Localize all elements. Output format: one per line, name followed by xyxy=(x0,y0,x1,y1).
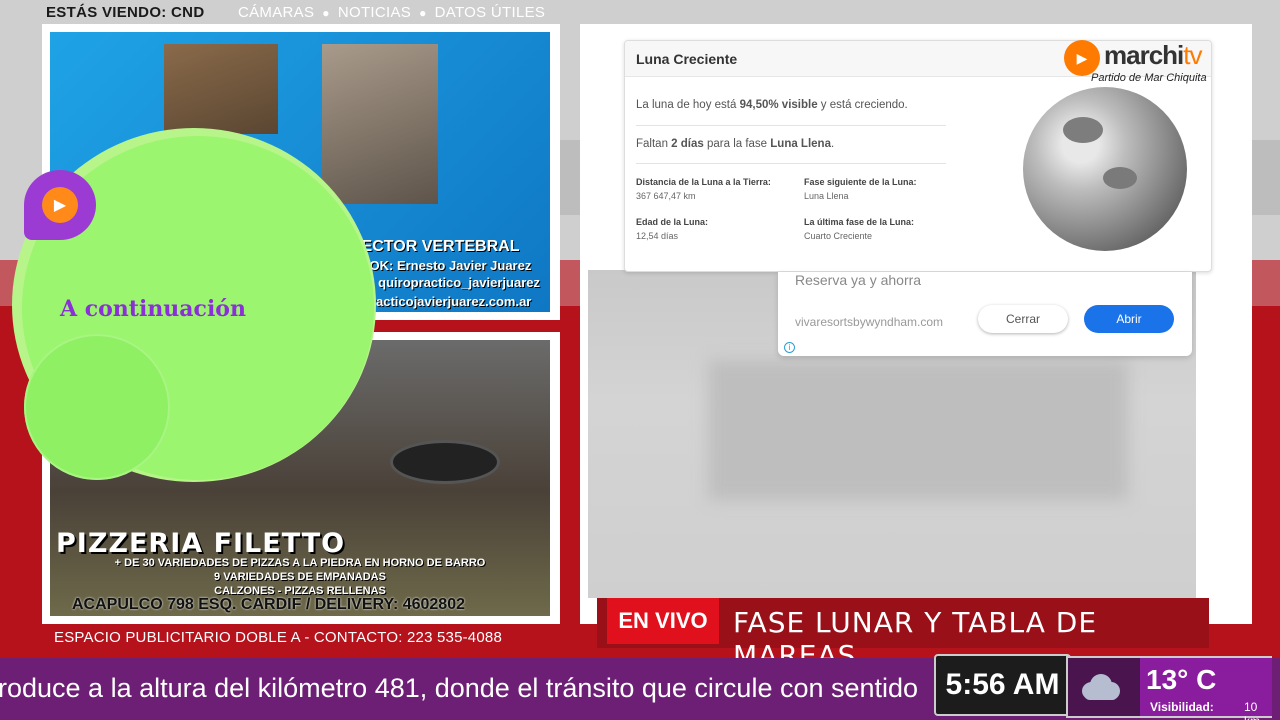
fact-label: La última fase de la Luna: xyxy=(804,217,915,227)
fact-value: 367 647,47 km xyxy=(636,191,696,201)
close-button[interactable]: Cerrar xyxy=(978,305,1068,333)
live-badge: EN VIVO xyxy=(607,598,719,644)
popup-site: vivaresortsbywyndham.com xyxy=(795,315,944,329)
fact-label: Distancia de la Luna a la Tierra: xyxy=(636,177,771,187)
brand-name-text: marchi xyxy=(1104,40,1184,70)
up-next-shape xyxy=(24,334,170,480)
temperature-box: 13° C Visibilidad: 10 km xyxy=(1140,658,1272,720)
ad-chiropractor-text: RECTOR VERTEBRAL BOOK: Ernesto Javier Ju… xyxy=(350,238,540,309)
ad-photo xyxy=(164,44,278,134)
ad-website: ropracticojavierjuarez.com.ar xyxy=(350,294,532,309)
phase-value: Luna Llena xyxy=(770,138,831,150)
nav-cameras[interactable]: CÁMARAS xyxy=(238,4,314,22)
divider xyxy=(636,125,946,126)
channel-logo: ▶ xyxy=(24,170,96,240)
ad-photo xyxy=(322,44,438,204)
weather-widget: 13° C Visibilidad: 10 km xyxy=(1066,656,1272,720)
notification-popup: Reserva ya y ahorra vivaresortsbywyndham… xyxy=(778,272,1192,356)
info-icon[interactable]: i xyxy=(784,342,795,353)
fact-value: 12,54 días xyxy=(636,231,679,241)
moon-image xyxy=(1023,87,1187,251)
days-value: 2 días xyxy=(671,138,704,150)
open-button[interactable]: Abrir xyxy=(1084,305,1174,333)
pizza-oven xyxy=(390,440,500,484)
text: para la fase xyxy=(703,138,771,150)
moon-facts: Distancia de la Luna a la Tierra: 367 647… xyxy=(636,177,956,241)
nav-news[interactable]: NOTICIAS xyxy=(338,4,411,22)
nav-useful-data[interactable]: DATOS ÚTILES xyxy=(435,4,546,22)
pizzeria-title: PIZZERIA FILETTO xyxy=(56,528,346,559)
pizzeria-address: ACAPULCO 798 ESQ. CARDIF / DELIVERY: 460… xyxy=(72,596,465,613)
moon-visibility: La luna de hoy está 94,50% visible y est… xyxy=(636,99,908,111)
top-nav: CÁMARAS ● NOTICIAS ● DATOS ÚTILES xyxy=(238,4,545,22)
ad-contact: ESPACIO PUBLICITARIO DOBLE A - CONTACTO:… xyxy=(54,629,502,646)
ticker-text: roduce a la altura del kilómetro 481, do… xyxy=(0,673,919,703)
lower-third: EN VIVO FASE LUNAR Y TABLA DE MAREAS xyxy=(597,598,1209,672)
now-watching: ESTÁS VIENDO: CND xyxy=(46,4,205,21)
brand-subtitle: Partido de Mar Chiquita xyxy=(1091,72,1207,84)
nav-separator: ● xyxy=(322,6,330,20)
ad-title: RECTOR VERTEBRAL xyxy=(350,238,520,255)
moon-days-left: Faltan 2 días para la fase Luna Llena. xyxy=(636,138,834,150)
moon-fact: Edad de la Luna: 12,54 días xyxy=(636,217,804,241)
text: La luna de hoy está xyxy=(636,99,740,111)
pizzeria-line: 9 VARIEDADES DE EMPANADAS xyxy=(214,571,386,583)
fact-value: Cuarto Creciente xyxy=(804,231,873,241)
popup-text: Reserva ya y ahorra xyxy=(795,272,922,288)
moon-card-title: Luna Creciente xyxy=(636,51,738,67)
moon-fact: Fase siguiente de la Luna: Luna Llena xyxy=(804,177,956,201)
visibility-label: Visibilidad: xyxy=(1150,700,1214,714)
fact-value: Luna Llena xyxy=(804,191,849,201)
brand-suffix: tv xyxy=(1183,40,1202,70)
fact-label: Edad de la Luna: xyxy=(636,217,709,227)
up-next-label: A continuación xyxy=(60,296,246,322)
visibility-value: 10 km xyxy=(1244,700,1260,720)
moon-fact: La última fase de la Luna: Cuarto Crecien… xyxy=(804,217,956,241)
visibility-value: 94,50% visible xyxy=(739,99,818,111)
ad-facebook: BOOK: Ernesto Javier Juarez xyxy=(350,258,532,273)
temperature: 13° C xyxy=(1146,664,1217,695)
top-bar: ESTÁS VIENDO: CND CÁMARAS ● NOTICIAS ● D… xyxy=(0,0,1280,26)
pizzeria-details: + DE 30 VARIEDADES DE PIZZAS A LA PIEDRA… xyxy=(50,556,550,598)
cloud-icon xyxy=(1078,672,1120,702)
moon-fact: Distancia de la Luna a la Tierra: 367 647… xyxy=(636,177,804,201)
ad-instagram: AM: quiropractico_javierjuarez xyxy=(350,275,540,290)
brand-name: marchitv xyxy=(1104,40,1203,71)
play-icon: ▶ xyxy=(42,187,78,223)
nav-separator: ● xyxy=(419,6,427,20)
text: Faltan xyxy=(636,138,672,150)
divider xyxy=(636,163,946,164)
clock: 5:56 AM xyxy=(934,654,1071,716)
fact-label: Fase siguiente de la Luna: xyxy=(804,177,917,187)
brand-play-icon: ▶ xyxy=(1064,40,1100,76)
text: y está creciendo. xyxy=(817,99,908,111)
text: . xyxy=(830,138,835,150)
pizzeria-line: + DE 30 VARIEDADES DE PIZZAS A LA PIEDRA… xyxy=(114,557,486,569)
brand-logo: ▶ marchitv Partido de Mar Chiquita xyxy=(1064,36,1214,86)
